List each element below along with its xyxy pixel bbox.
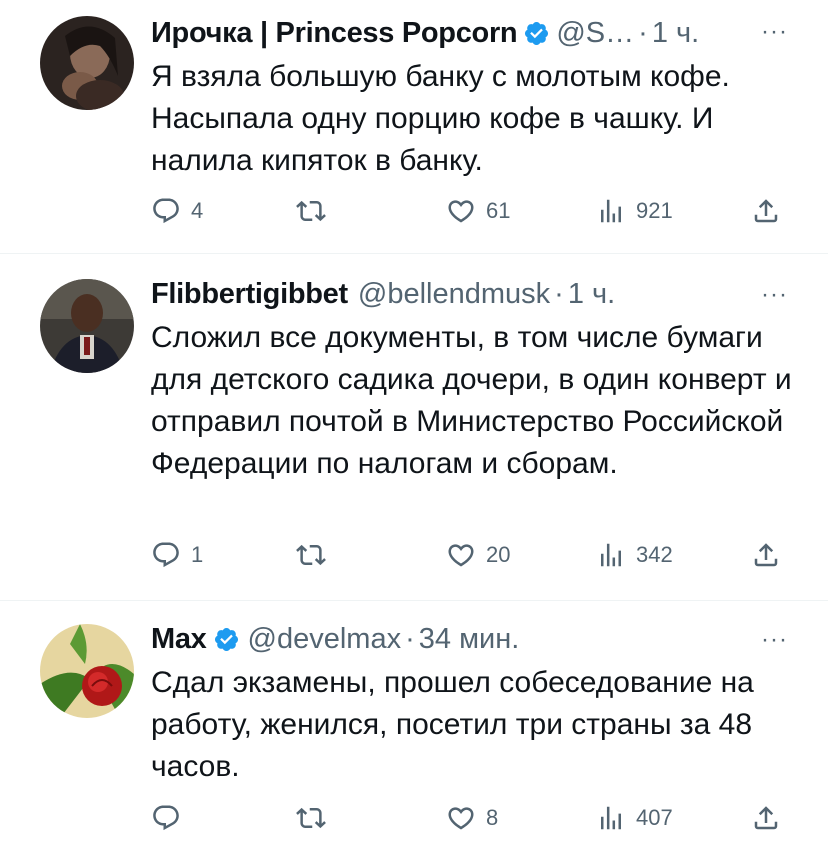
tweet-header: Ирочка | Princess Popcorn @S… · 1 ч. [151,16,699,50]
reply-button[interactable]: 1 [151,537,203,573]
views-icon [601,199,621,223]
tweet-text: Сложил все документы, в том числе бумаги… [151,321,792,480]
more-icon[interactable]: ··· [761,626,788,654]
tweet-actions: 1 20 342 [151,537,791,573]
tweet-header: Max @develmax · 34 мин. [151,622,519,656]
like-icon [448,200,474,223]
tweet-actions: 8 407 [151,800,791,836]
views-button[interactable]: 342 [596,537,673,573]
share-button[interactable] [751,537,791,573]
like-button[interactable]: 20 [446,537,510,573]
tweet-text: Я взяла большую банку с молотым кофе. На… [151,60,730,177]
more-icon[interactable]: ··· [761,18,788,46]
author-name[interactable]: Max [151,622,207,656]
timestamp[interactable]: 1 ч. [652,16,699,50]
like-count: 20 [486,542,511,567]
avatar[interactable] [40,16,134,110]
tweet-text: Сдал экзамены, прошел собеседование на р… [151,666,754,783]
verified-icon [525,21,549,45]
views-button[interactable]: 921 [596,193,673,229]
avatar[interactable] [40,624,134,718]
author-handle[interactable]: @S… [556,16,634,50]
share-button[interactable] [751,800,791,836]
reply-count: 4 [191,198,204,223]
reply-icon [153,542,179,568]
like-count: 8 [486,805,499,830]
like-icon [448,807,474,830]
separator: · [554,278,564,310]
retweet-button[interactable] [296,537,336,573]
reply-count: 1 [191,542,204,567]
reply-icon [153,805,179,831]
retweet-icon [296,200,326,222]
share-button[interactable] [751,193,791,229]
verified-icon [214,627,238,651]
share-icon [754,199,778,223]
retweet-icon [296,807,326,829]
tweet-header: Flibbertigibbet @bellendmusk · 1 ч. [151,277,615,311]
more-icon[interactable]: ··· [761,281,788,309]
author-handle[interactable]: @develmax [248,622,402,656]
retweet-button[interactable] [296,193,336,229]
reply-icon [153,198,179,224]
retweet-icon [296,544,326,566]
author-name[interactable]: Flibbertigibbet [151,277,348,311]
author-handle[interactable]: @bellendmusk [358,277,550,311]
views-count: 342 [636,542,673,567]
timestamp[interactable]: 34 мин. [419,622,520,656]
share-icon [754,543,778,567]
tweet[interactable]: Max @develmax · 34 мин. ··· Сдал экзамен… [0,600,828,861]
separator: · [405,623,415,655]
tweet-actions: 4 61 921 [151,193,791,229]
tweet[interactable]: Flibbertigibbet @bellendmusk · 1 ч. ··· … [0,253,828,601]
reply-button[interactable]: 4 [151,193,203,229]
retweet-button[interactable] [296,800,336,836]
views-button[interactable]: 407 [596,800,673,836]
share-icon [754,806,778,830]
like-button[interactable]: 8 [446,800,498,836]
reply-button[interactable] [151,800,191,836]
views-icon [601,543,621,567]
separator: · [638,17,648,49]
avatar[interactable] [40,279,134,373]
timestamp[interactable]: 1 ч. [568,277,615,311]
author-name[interactable]: Ирочка | Princess Popcorn [151,16,518,50]
like-count: 61 [486,198,511,223]
views-count: 407 [636,805,673,830]
views-icon [601,806,621,830]
like-icon [448,544,474,567]
like-button[interactable]: 61 [446,193,510,229]
views-count: 921 [636,198,673,223]
tweet[interactable]: Ирочка | Princess Popcorn @S… · 1 ч. ···… [0,0,828,254]
